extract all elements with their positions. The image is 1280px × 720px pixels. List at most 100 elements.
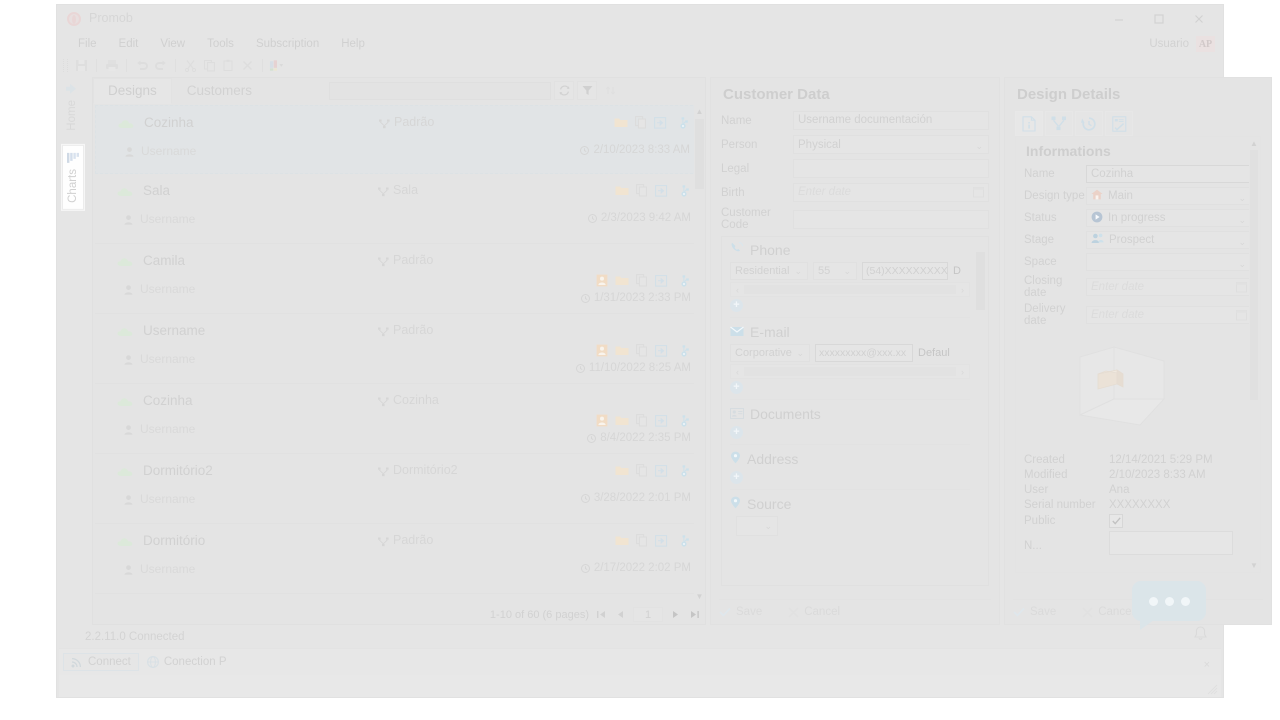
colors-icon[interactable] [269,57,286,73]
open-folder-icon[interactable] [615,415,629,429]
table-row[interactable]: Dormitório2 Username Dormitório2 3/28/20… [95,454,703,524]
table-row[interactable]: Camila Username Padrão 1/31/2023 2:33 PM [95,244,703,314]
open-folder-icon[interactable] [615,345,629,359]
share-node-icon[interactable] [674,116,688,132]
legal-input[interactable] [793,159,989,178]
share-node-icon[interactable] [675,464,689,480]
add-circle-icon[interactable]: + [730,426,743,439]
resize-grip[interactable] [1206,683,1218,695]
customer-card-icon[interactable] [596,344,608,360]
scroll-left-arrow[interactable]: ‹ [731,367,744,377]
menu-edit[interactable]: Edit [108,36,150,52]
phone-country-select[interactable]: 55 ⌄ [813,262,857,280]
email-hscrollbar[interactable]: ‹ › [730,364,970,379]
delete-icon[interactable] [239,57,256,73]
scroll-left-arrow[interactable]: ‹ [731,285,744,295]
export-icon[interactable] [654,116,667,132]
connection-item[interactable]: Conection P [146,656,227,668]
open-folder-icon[interactable] [615,185,629,199]
source-select[interactable]: ⌄ [736,516,778,536]
redo-icon[interactable] [152,57,169,73]
table-row[interactable]: Username Username Padrão 11/10/2022 8:25… [95,314,703,384]
undo-icon[interactable] [133,57,150,73]
copy-icon[interactable] [636,414,648,430]
closing-date-input[interactable]: Enter date [1086,278,1252,296]
scroll-right-arrow[interactable]: › [956,285,969,295]
avatar[interactable]: AP [1196,36,1215,52]
add-circle-icon[interactable]: + [730,299,743,312]
scroll-up-arrow[interactable]: ▲ [694,105,705,117]
copy-icon[interactable] [636,184,648,200]
scroll-right-arrow[interactable]: › [956,367,969,377]
connect-button[interactable]: Connect [63,653,139,671]
tab-checklist[interactable] [1105,111,1133,136]
export-icon[interactable] [655,344,668,360]
chat-bubble[interactable] [1132,581,1206,630]
tab-history[interactable] [1075,111,1103,136]
maximize-button[interactable] [1139,5,1179,33]
email-type-select[interactable]: Corporative ⌄ [730,344,810,362]
designs-list[interactable]: Cozinha Username Padrão 2/10/2023 8:33 A… [95,105,703,602]
customer-card-icon[interactable] [596,414,608,430]
name-input[interactable]: Username documentación [793,111,989,130]
save-button[interactable]: Save [719,606,762,618]
sidebar-item-home[interactable]: Home [62,77,82,137]
prev-page-icon[interactable] [614,608,627,622]
page-number-input[interactable]: 1 [633,607,663,622]
share-node-icon[interactable] [675,344,689,360]
close-button[interactable] [1179,5,1219,33]
copy-icon[interactable] [636,274,648,290]
toolbar-grip[interactable] [63,58,68,72]
contact-scrollbar[interactable] [975,240,986,582]
menu-view[interactable]: View [149,36,196,52]
first-page-icon[interactable] [595,608,608,622]
delivery-date-input[interactable]: Enter date [1086,306,1252,324]
tab-structure[interactable] [1045,111,1073,136]
scroll-down-arrow[interactable]: ▼ [694,590,705,602]
calendar-icon[interactable] [973,186,984,201]
share-node-icon[interactable] [675,534,689,550]
export-icon[interactable] [655,534,668,550]
tab-designs[interactable]: Designs [93,78,172,104]
save-icon[interactable] [73,57,90,73]
share-node-icon[interactable] [675,274,689,290]
open-folder-icon[interactable] [615,275,629,289]
scrollbar-thumb[interactable] [976,252,985,310]
sidebar-item-charts[interactable]: Charts [62,144,84,210]
scroll-up-arrow[interactable]: ▲ [1249,138,1259,149]
email-address-input[interactable]: xxxxxxxxx@xxx.xx [815,344,913,362]
open-folder-icon[interactable] [614,117,628,131]
share-node-icon[interactable] [675,184,689,200]
cancel-button[interactable]: Cancel [788,606,840,618]
export-icon[interactable] [655,184,668,200]
customer-code-input[interactable] [793,209,989,229]
menu-subscription[interactable]: Subscription [245,36,330,52]
last-page-icon[interactable] [688,608,701,622]
scrollbar-thumb[interactable] [1250,150,1258,400]
print-icon[interactable] [103,57,120,73]
open-folder-icon[interactable] [615,465,629,479]
copy-icon[interactable] [635,116,647,132]
copy-icon[interactable] [201,57,218,73]
note-textarea[interactable] [1109,531,1233,555]
bell-icon[interactable] [1193,626,1208,645]
table-row[interactable]: Dormitório Username Padrão 2/17/2022 2:0… [95,524,703,594]
phone-number-input[interactable]: (54)XXXXXXXXX [862,262,948,280]
copy-icon[interactable] [636,464,648,480]
menu-tools[interactable]: Tools [196,36,245,52]
cut-icon[interactable] [182,57,199,73]
table-row[interactable]: Sala Username Sala 2/3/2023 9:42 AM [95,174,703,244]
tab-information[interactable] [1015,111,1043,136]
design-name-input[interactable]: Cozinha [1086,165,1252,183]
birth-date-input[interactable]: Enter date [793,183,989,202]
table-row[interactable]: Cozinha Username Padrão 2/10/2023 8:33 A… [95,105,703,174]
copy-icon[interactable] [636,534,648,550]
share-node-icon[interactable] [675,414,689,430]
minimize-button[interactable] [1099,5,1139,33]
search-input[interactable] [329,81,551,100]
phone-hscrollbar[interactable]: ‹ › [730,282,970,297]
sort-button[interactable] [600,81,620,100]
close-icon[interactable]: × [1204,659,1210,671]
public-checkbox[interactable] [1109,514,1123,528]
export-icon[interactable] [655,414,668,430]
